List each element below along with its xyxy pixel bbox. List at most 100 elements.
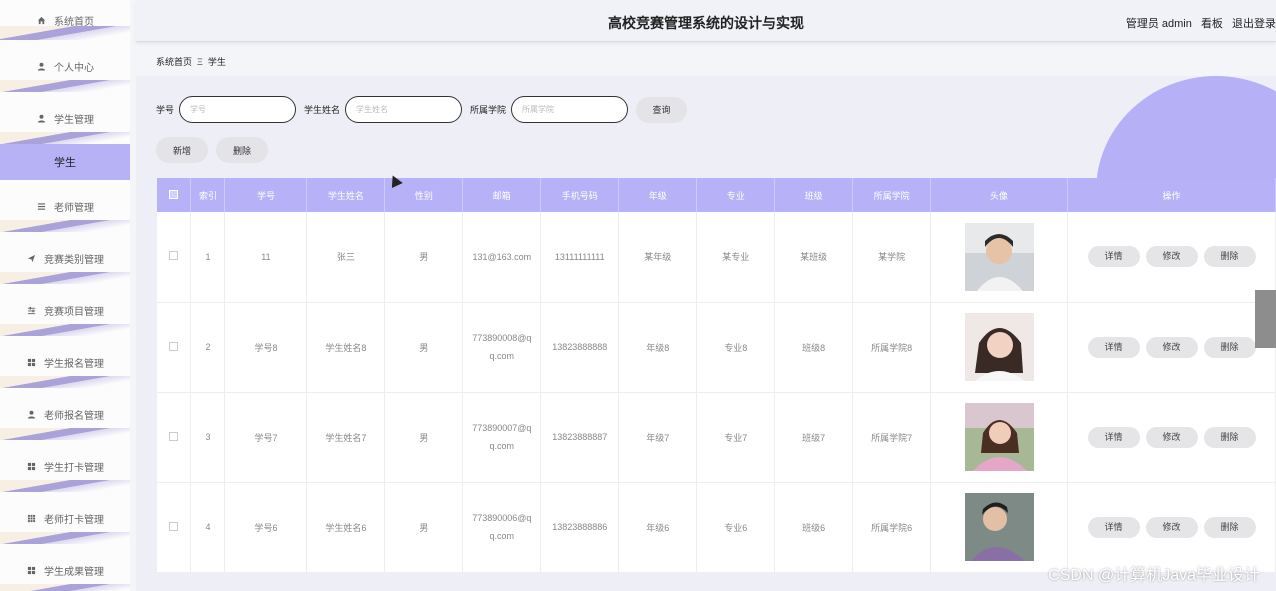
sidebar-item-label: 个人中心: [54, 62, 94, 74]
breadcrumb-separator: Ξ: [197, 57, 203, 67]
sidebar-item-label: 老师打卡管理: [44, 514, 104, 526]
cell-major: 专业8: [696, 302, 776, 393]
sidebar-item-profile[interactable]: 个人中心: [0, 40, 130, 92]
cell-email: 131@163.com: [462, 212, 542, 303]
board-link[interactable]: 看板: [1201, 18, 1223, 30]
avatar: [964, 222, 1034, 291]
search-input-name[interactable]: 学生姓名: [345, 96, 463, 123]
sidebar-item-label: 竞赛类别管理: [44, 254, 104, 266]
sidebar-item-label: 系统首页: [54, 16, 94, 28]
row-checkbox[interactable]: [169, 341, 179, 351]
row-checkbox[interactable]: [169, 251, 179, 261]
detail-button[interactable]: 详情: [1087, 516, 1140, 538]
delete-button[interactable]: 删除: [1203, 246, 1256, 268]
breadcrumb-home[interactable]: 系统首页: [156, 57, 192, 67]
avatar: [964, 403, 1034, 471]
sidebar-item-teacher-checkin[interactable]: 老师打卡管理: [0, 492, 130, 544]
column-header: 所属学院: [852, 178, 932, 212]
cell-college: 所属学院8: [852, 302, 932, 393]
select-all-cell[interactable]: [157, 178, 192, 212]
cell-id: 学号8: [224, 302, 308, 393]
cell-college: 所属学院7: [852, 392, 932, 483]
app-title: 高校竞赛管理系统的设计与实现: [608, 15, 804, 31]
column-header: 班级: [774, 178, 854, 212]
cell-major: 专业6: [696, 482, 776, 573]
sidebar: 系统首页 个人中心 学生管理 学生 老师管理 竞赛类别管理 竞赛项目管理 学生报…: [0, 0, 130, 591]
logout-link[interactable]: 退出登录: [1232, 18, 1276, 30]
cell-index: 1: [190, 212, 226, 303]
cell-college: 某学院: [852, 212, 932, 303]
cell-index: 4: [190, 482, 226, 573]
delete-button[interactable]: 删除: [1203, 336, 1256, 358]
row-select-cell[interactable]: [157, 482, 192, 573]
user-icon: [26, 409, 36, 419]
cell-operations: 详情 修改 删除: [1067, 212, 1276, 303]
user-icon: [36, 113, 46, 123]
detail-button[interactable]: 详情: [1087, 336, 1140, 358]
cell-grade: 年级6: [618, 482, 698, 573]
row-select-cell[interactable]: [157, 212, 192, 303]
list-icon: [36, 201, 46, 211]
main-panel: 学号 学号 学生姓名 学生姓名 所属学院 所属学院 查询 新增 删除 索引 学号…: [136, 76, 1276, 591]
row-select-cell[interactable]: [157, 392, 192, 483]
grid-icon: [26, 357, 36, 367]
table-row: 3 学号7 学生姓名7 男 773890007@qq.com 138238888…: [157, 392, 1276, 483]
breadcrumb-current: 学生: [207, 57, 226, 67]
cell-id: 学号6: [224, 482, 308, 573]
sidebar-item-student-mgmt[interactable]: 学生管理: [0, 92, 130, 144]
watermark: CSDN @计算机Java毕业设计: [1048, 567, 1260, 584]
sidebar-subitem-student[interactable]: 学生: [0, 144, 130, 180]
sidebar-item-teacher-signup[interactable]: 老师报名管理: [0, 388, 130, 440]
sidebar-item-student-signup[interactable]: 学生报名管理: [0, 336, 130, 388]
cell-major: 专业7: [696, 392, 776, 483]
table-header-row: 索引 学号 学生姓名 性别 邮箱 手机号码 年级 专业 班级 所属学院 头像 操…: [157, 178, 1276, 212]
sidebar-item-label: 老师管理: [54, 202, 94, 214]
sidebar-item-category-mgmt[interactable]: 竞赛类别管理: [0, 232, 130, 284]
batch-delete-button[interactable]: 删除: [216, 137, 268, 163]
edit-button[interactable]: 修改: [1145, 246, 1198, 268]
sidebar-item-student-results[interactable]: 学生成果管理: [0, 544, 130, 591]
sidebar-item-teacher-mgmt[interactable]: 老师管理: [0, 180, 130, 232]
select-all-checkbox[interactable]: [169, 189, 179, 199]
grid-icon: [26, 461, 36, 471]
cell-avatar: [930, 392, 1069, 483]
avatar: [964, 493, 1034, 561]
delete-button[interactable]: 删除: [1203, 426, 1256, 448]
detail-button[interactable]: 详情: [1087, 246, 1140, 268]
edit-button[interactable]: 修改: [1145, 426, 1198, 448]
add-button[interactable]: 新增: [156, 137, 208, 163]
sidebar-item-student-checkin[interactable]: 学生打卡管理: [0, 440, 130, 492]
cell-email: 773890008@qq.com: [462, 302, 542, 393]
cell-gender: 男: [384, 482, 464, 573]
cell-operations: 详情 修改 删除: [1067, 392, 1276, 483]
search-input-college[interactable]: 所属学院: [511, 96, 629, 123]
table-row: 4 学号6 学生姓名6 男 773890006@qq.com 138238888…: [157, 482, 1276, 573]
table-row: 1 11 张三 男 131@163.com 13111111111 某年级 某专…: [157, 212, 1276, 303]
sliders-icon: [26, 305, 36, 315]
column-header: 学生姓名: [306, 178, 386, 212]
column-header: 学号: [224, 178, 308, 212]
row-checkbox[interactable]: [169, 521, 179, 531]
cell-index: 2: [190, 302, 226, 393]
sidebar-item-project-mgmt[interactable]: 竞赛项目管理: [0, 284, 130, 336]
edit-button[interactable]: 修改: [1145, 336, 1198, 358]
cell-major: 某专业: [696, 212, 776, 303]
detail-button[interactable]: 详情: [1087, 426, 1140, 448]
cell-email: 773890006@qq.com: [462, 482, 542, 573]
search-label-college: 所属学院: [470, 105, 507, 115]
cell-avatar: [930, 482, 1069, 573]
search-input-id[interactable]: 学号: [179, 96, 297, 123]
delete-button[interactable]: 删除: [1203, 516, 1256, 538]
edit-button[interactable]: 修改: [1145, 516, 1198, 538]
cell-class: 班级7: [774, 392, 854, 483]
grid-icon: [26, 513, 36, 523]
action-bar: 新增 删除: [156, 137, 268, 163]
cell-name: 张三: [306, 212, 386, 303]
row-checkbox[interactable]: [169, 431, 179, 441]
sidebar-item-home[interactable]: 系统首页: [0, 0, 130, 40]
cell-email: 773890007@qq.com: [462, 392, 542, 483]
row-select-cell[interactable]: [157, 302, 192, 393]
cell-college: 所属学院6: [852, 482, 932, 573]
scrollbar-thumb[interactable]: [1255, 290, 1276, 348]
query-button[interactable]: 查询: [636, 96, 688, 123]
